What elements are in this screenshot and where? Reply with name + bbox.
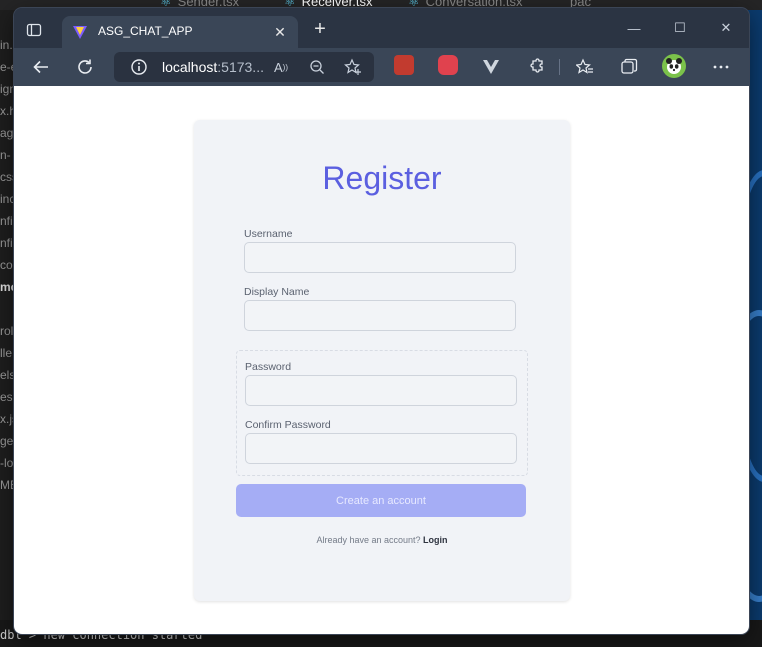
sidebar-file-fragment: x.h [0, 104, 14, 118]
tab-strip: ASG_CHAT_APP ✕ + — ☐ ✕ [14, 8, 749, 48]
confirm-password-input[interactable] [245, 433, 517, 464]
profile-avatar[interactable] [662, 54, 686, 78]
sidebar-file-fragment: ME [0, 478, 14, 492]
refresh-icon[interactable] [74, 56, 96, 78]
display-name-input[interactable] [244, 300, 516, 331]
sidebar-file-fragment: els [0, 368, 14, 382]
register-card: Register Username Display Name Password … [194, 120, 570, 601]
extension-icon[interactable] [438, 55, 458, 75]
sidebar-file-fragment: es [0, 390, 13, 404]
browser-tab-active[interactable]: ASG_CHAT_APP ✕ [62, 16, 298, 48]
sidebar-file-fragment: css [0, 170, 14, 184]
password-group: Password Confirm Password [236, 350, 528, 476]
sidebar-file-fragment: nfi [0, 214, 13, 228]
read-aloud-icon[interactable]: A)) [272, 58, 290, 76]
sidebar-file-fragment: n- [0, 148, 11, 162]
sidebar-file-fragment: -lo [0, 456, 14, 470]
sidebar-file-fragment: x.js [0, 412, 14, 426]
tab-actions-icon[interactable] [24, 20, 44, 40]
sidebar-file-fragment: mc [0, 280, 14, 294]
back-icon[interactable] [30, 56, 52, 78]
sidebar-file-fragment: lle [0, 346, 13, 360]
sidebar-file-fragment: con [0, 258, 14, 272]
login-link[interactable]: Login [423, 535, 448, 545]
more-options-icon[interactable] [710, 56, 732, 78]
extension-icon[interactable] [394, 55, 414, 75]
password-label: Password [245, 361, 292, 373]
favorites-icon[interactable] [574, 56, 596, 78]
sidebar-file-fragment: ge [0, 434, 14, 448]
page-viewport: Register Username Display Name Password … [14, 86, 749, 634]
vue-devtools-icon[interactable] [480, 56, 502, 78]
vite-icon [72, 24, 88, 40]
sidebar-file-fragment: ag [0, 126, 14, 140]
extensions-icon[interactable] [525, 56, 547, 78]
page-title: Register [322, 160, 442, 196]
sidebar-file-fragment: rol [0, 324, 14, 338]
sidebar-file-fragment: ign [0, 82, 14, 96]
sidebar-file-fragment: in. [0, 38, 13, 52]
collections-icon[interactable] [618, 56, 640, 78]
sidebar-file-fragment: nfi [0, 236, 13, 250]
login-prompt: Already have an account? Login [194, 535, 570, 545]
address-bar[interactable]: localhost:5173... A)) [114, 52, 374, 82]
maximize-button[interactable]: ☐ [657, 8, 703, 48]
close-window-button[interactable]: ✕ [703, 8, 749, 48]
create-account-button[interactable]: Create an account [236, 484, 526, 517]
url-text: localhost:5173... [162, 59, 264, 75]
username-input[interactable] [244, 242, 516, 273]
add-favorite-icon[interactable] [344, 58, 362, 76]
tab-title: ASG_CHAT_APP [98, 24, 193, 38]
window-controls: — ☐ ✕ [611, 8, 749, 48]
new-tab-button[interactable]: + [310, 19, 330, 40]
minimize-button[interactable]: — [611, 8, 657, 48]
sidebar-file-fragment: e-e [0, 60, 14, 74]
info-icon[interactable] [130, 58, 148, 76]
username-label: Username [244, 228, 293, 240]
zoom-out-icon[interactable] [308, 58, 326, 76]
desktop-wallpaper [748, 10, 762, 620]
tab-close-icon[interactable]: ✕ [270, 22, 290, 42]
display-name-label: Display Name [244, 286, 310, 298]
browser-window: ASG_CHAT_APP ✕ + — ☐ ✕ localhost:5173...… [14, 8, 749, 634]
password-input[interactable] [245, 375, 517, 406]
login-prompt-text: Already have an account? [316, 535, 421, 545]
toolbar-divider [559, 59, 560, 75]
sidebar-file-fragment: inc [0, 192, 14, 206]
browser-toolbar: localhost:5173... A)) [14, 48, 749, 86]
confirm-password-label: Confirm Password [245, 419, 331, 431]
